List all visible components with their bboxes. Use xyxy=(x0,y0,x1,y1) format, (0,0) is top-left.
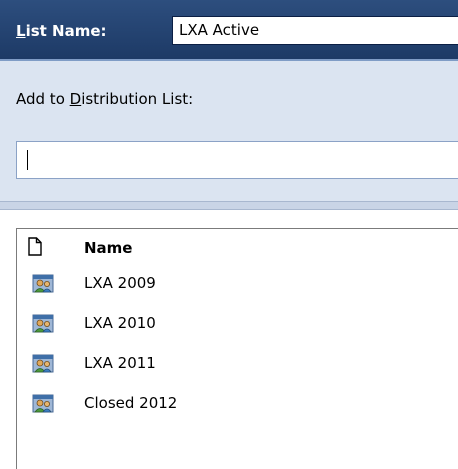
contact-group-icon xyxy=(32,314,54,333)
list-item[interactable]: LXA 2010 xyxy=(17,305,458,345)
list-item-label: Closed 2012 xyxy=(84,394,178,412)
text-caret xyxy=(27,150,28,170)
list-item-label: LXA 2011 xyxy=(84,354,156,372)
splitter-bar[interactable] xyxy=(0,201,458,210)
list-name-header: List Name: LXA Active xyxy=(0,0,458,61)
add-to-distribution-label: Add to Distribution List: xyxy=(16,90,194,108)
contact-group-icon xyxy=(32,354,54,373)
list-column-header: Name xyxy=(17,229,458,265)
contact-group-icon xyxy=(32,274,54,293)
list-item[interactable]: LXA 2009 xyxy=(17,265,458,305)
member-list: Name LXA 2009 LXA 2010 LXA 2011 Closed 2… xyxy=(16,228,458,469)
distribution-panel xyxy=(0,61,458,201)
add-to-distribution-input[interactable] xyxy=(16,141,458,179)
document-icon[interactable] xyxy=(28,237,42,256)
list-item-label: LXA 2009 xyxy=(84,274,156,292)
list-item[interactable]: Closed 2012 xyxy=(17,385,458,425)
list-name-label: List Name: xyxy=(16,22,107,40)
list-name-input[interactable]: LXA Active xyxy=(172,16,458,45)
name-column-header[interactable]: Name xyxy=(84,238,132,258)
list-item-label: LXA 2010 xyxy=(84,314,156,332)
list-item[interactable]: LXA 2011 xyxy=(17,345,458,385)
contact-group-icon xyxy=(32,394,54,413)
